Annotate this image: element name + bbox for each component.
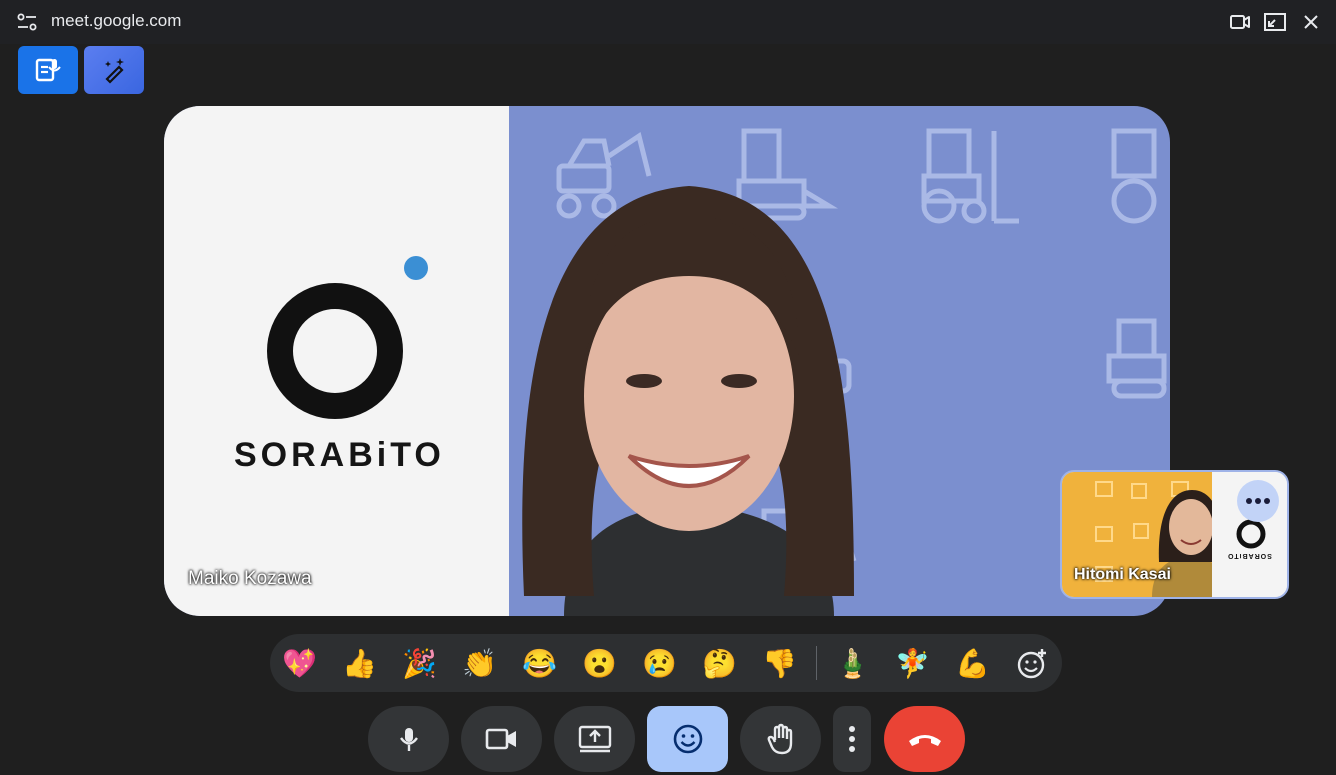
reaction-party-popper[interactable]: 🎉 [402,647,437,681]
add-reaction-icon[interactable] [1015,647,1049,681]
participant-name: Maiko Kozawa [188,568,312,589]
reaction-sparkling-heart[interactable]: 💖 [282,647,317,681]
magic-pen-icon [105,58,124,84]
reaction-tears-of-joy[interactable]: 😂 [522,647,557,681]
vertical-dots-icon [849,726,855,752]
brand-text: SORABiTO [234,436,445,474]
more-options-icon [1246,498,1270,504]
sorabito-logo [267,256,428,419]
reaction-flexed-biceps[interactable]: 💪 [955,647,990,681]
reaction-surprised[interactable]: 😮 [582,647,617,681]
transcript-button[interactable] [18,46,78,94]
reaction-clapping-hands[interactable]: 👏 [462,647,497,681]
pip-sorabito-logo [1236,519,1266,549]
window-title-bar: meet.google.com [0,0,1336,44]
present-button[interactable] [554,706,635,772]
camera-button[interactable] [461,706,542,772]
reactions-button[interactable] [647,706,728,772]
self-view-name: Hitomi Kasai [1074,566,1171,583]
pip-brand-text: SORABiTO [1227,552,1272,559]
page-url: meet.google.com [51,11,182,30]
camera-icon[interactable] [1228,10,1252,34]
pip-more-button[interactable] [1237,480,1279,522]
hand-icon [767,723,792,755]
more-options-button[interactable] [833,706,871,772]
participant-video [522,186,854,616]
reaction-thumbs-up[interactable]: 👍 [342,647,377,681]
reaction-thumbs-down[interactable]: 👎 [762,647,797,681]
smiley-icon [673,724,702,754]
reaction-fairy[interactable]: 🧚 [895,647,930,681]
reactions-divider [816,646,817,680]
microphone-button[interactable] [368,706,449,772]
main-participant-tile[interactable]: SORABiTO Maiko Kozawa [164,106,1170,616]
self-view-tile[interactable]: SORABiTO Hitomi Kasai [1060,470,1289,599]
picture-in-picture-icon[interactable] [1263,10,1287,34]
reaction-crying[interactable]: 😢 [642,647,677,681]
hang-up-icon [908,735,941,746]
reaction-thinking[interactable]: 🤔 [702,647,737,681]
site-settings-icon[interactable] [16,12,38,32]
reactions-bar: 💖 👍 🎉 👏 😂 😮 😢 🤔 👎 🎍 🧚 💪 [270,634,1062,692]
present-screen-icon [578,725,611,753]
close-icon[interactable] [1299,10,1323,34]
transcript-icon [35,58,61,82]
reaction-kadomatsu[interactable]: 🎍 [835,647,870,681]
video-camera-icon [485,728,516,750]
effects-button[interactable] [84,46,144,94]
microphone-icon [399,728,418,751]
leave-call-button[interactable] [884,706,965,772]
raise-hand-button[interactable] [740,706,821,772]
